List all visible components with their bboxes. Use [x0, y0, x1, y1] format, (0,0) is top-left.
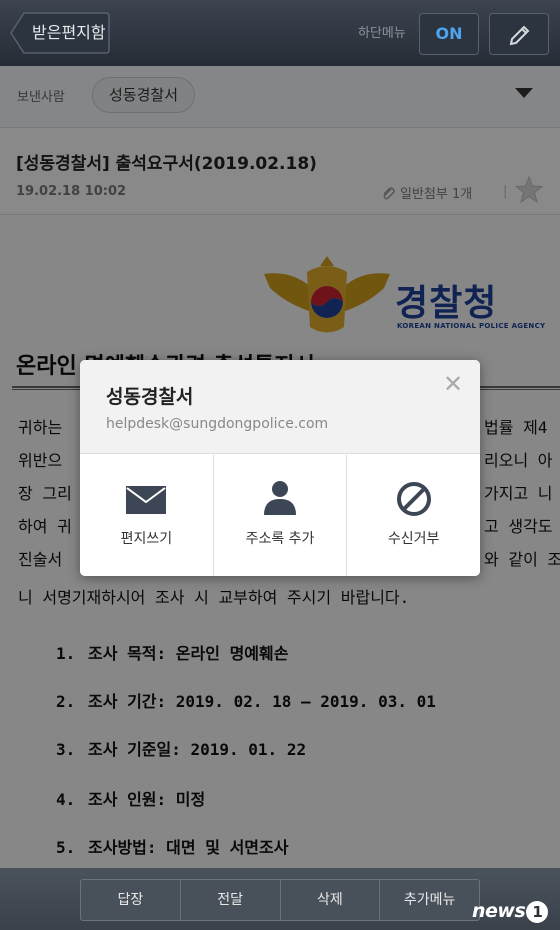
bottom-menu-label: 하단메뉴 [358, 26, 406, 41]
envelope-icon [126, 486, 167, 514]
add-contact-button[interactable]: 주소록 추가 [213, 455, 348, 576]
sender-popup: 성동경찰서 helpdesk@sungdongpolice.com ✕ 편지쓰기… [80, 360, 480, 576]
block-icon [396, 482, 431, 516]
popup-sender-email: helpdesk@sungdongpolice.com [106, 416, 329, 432]
delete-button[interactable]: 삭제 [281, 880, 381, 920]
watermark-text: news [472, 900, 526, 922]
forward-button[interactable]: 전달 [181, 880, 281, 920]
pencil-icon [509, 25, 530, 46]
popup-sender-name: 성동경찰서 [106, 386, 194, 408]
watermark-badge: 1 [526, 901, 549, 923]
popup-actions: 편지쓰기 주소록 추가 수신거부 [80, 455, 480, 576]
write-mail-button[interactable]: 편지쓰기 [80, 455, 214, 576]
top-bar: 받은편지함 하단메뉴 ON [0, 0, 560, 66]
add-contact-label: 주소록 추가 [245, 531, 315, 547]
block-sender-button[interactable]: 수신거부 [347, 455, 480, 576]
back-button[interactable]: 받은편지함 [10, 12, 110, 54]
back-button-label: 받은편지함 [32, 23, 106, 42]
bottom-menu-toggle[interactable]: ON [419, 13, 479, 55]
news1-watermark: news 1 [472, 900, 549, 923]
compose-button[interactable] [489, 13, 549, 55]
block-sender-label: 수신거부 [387, 531, 440, 547]
more-menu-button[interactable]: 추가메뉴 [380, 880, 479, 920]
popup-header: 성동경찰서 helpdesk@sungdongpolice.com ✕ [80, 360, 480, 454]
reply-button[interactable]: 답장 [81, 880, 181, 920]
write-mail-label: 편지쓰기 [120, 531, 173, 547]
toolbar-button-group: 답장 전달 삭제 추가메뉴 [80, 879, 480, 921]
person-icon [264, 481, 296, 515]
close-icon[interactable]: ✕ [443, 370, 463, 398]
